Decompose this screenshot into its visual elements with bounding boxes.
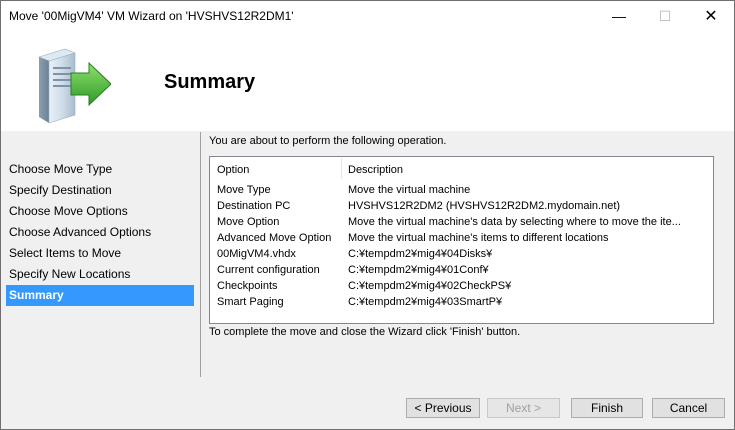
column-separator[interactable] [341,158,342,179]
wizard-header: Summary [1,31,734,131]
option-cell: Move Option [217,216,280,228]
maximize-icon: ☐ [658,7,672,24]
title-bar: Move '00MigVM4' VM Wizard on 'HVSHVS12R2… [1,1,734,31]
description-cell: C:¥tempdm2¥mig4¥04Disks¥ [348,248,493,260]
page-title: Summary [164,71,256,93]
vertical-divider [200,132,201,377]
window-title: Move '00MigVM4' VM Wizard on 'HVSHVS12R2… [9,9,294,23]
description-cell: Move the virtual machine's items to diff… [348,232,609,244]
close-icon: ✕ [704,8,718,25]
sidebar-item-choose-move-options[interactable]: Choose Move Options [6,201,194,222]
table-row[interactable]: Move Type Move the virtual machine [210,183,713,199]
option-cell: Advanced Move Option [217,232,332,244]
option-cell: Current configuration [217,264,320,276]
table-row[interactable]: Move Option Move the virtual machine's da… [210,215,713,231]
table-row[interactable]: 00MigVM4.vhdx C:¥tempdm2¥mig4¥04Disks¥ [210,247,713,263]
sidebar-item-specify-new-locations[interactable]: Specify New Locations [6,264,194,285]
outro-text: To complete the move and close the Wizar… [209,326,521,338]
sidebar-item-choose-move-type[interactable]: Choose Move Type [6,159,194,180]
cancel-button[interactable]: Cancel [652,398,725,418]
finish-button[interactable]: Finish [571,398,643,418]
table-row[interactable]: Advanced Move Option Move the virtual mac… [210,231,713,247]
close-button[interactable]: ✕ [688,1,734,31]
table-row[interactable]: Smart Paging C:¥tempdm2¥mig4¥03SmartP¥ [210,295,713,311]
sidebar-item-choose-advanced-options[interactable]: Choose Advanced Options [6,222,194,243]
table-row[interactable]: Current configuration C:¥tempdm2¥mig4¥01C… [210,263,713,279]
next-button[interactable]: Next > [487,398,560,418]
previous-button[interactable]: < Previous [406,398,480,418]
table-row[interactable]: Destination PC HVSHVS12R2DM2 (HVSHVS12R2D… [210,199,713,215]
server-move-icon [38,48,111,124]
option-cell: Checkpoints [217,280,278,292]
description-cell: Move the virtual machine's data by selec… [348,216,681,228]
description-cell: C:¥tempdm2¥mig4¥01Conf¥ [348,264,489,276]
column-header-option[interactable]: Option [217,164,249,176]
option-cell: Move Type [217,184,271,196]
table-row[interactable]: Checkpoints C:¥tempdm2¥mig4¥02CheckPS¥ [210,279,713,295]
summary-listview[interactable]: Option Description Move Type Move the vir… [209,156,714,324]
option-cell: Destination PC [217,200,291,212]
description-cell: HVSHVS12R2DM2 (HVSHVS12R2DM2.mydomain.ne… [348,200,621,212]
wizard-window: Move '00MigVM4' VM Wizard on 'HVSHVS12R2… [0,0,735,430]
option-cell: Smart Paging [217,296,284,308]
maximize-button[interactable]: ☐ [642,1,688,31]
minimize-button[interactable]: — [596,1,642,31]
list-header: Option Description [210,157,713,181]
sidebar-item-specify-destination[interactable]: Specify Destination [6,180,194,201]
minimize-icon: — [612,8,626,24]
description-cell: C:¥tempdm2¥mig4¥02CheckPS¥ [348,280,512,292]
sidebar-item-summary[interactable]: Summary [6,285,194,306]
column-header-description[interactable]: Description [348,164,403,176]
description-cell: Move the virtual machine [348,184,471,196]
description-cell: C:¥tempdm2¥mig4¥03SmartP¥ [348,296,503,308]
option-cell: 00MigVM4.vhdx [217,248,296,260]
sidebar-item-select-items-to-move[interactable]: Select Items to Move [6,243,194,264]
intro-text: You are about to perform the following o… [209,135,447,147]
